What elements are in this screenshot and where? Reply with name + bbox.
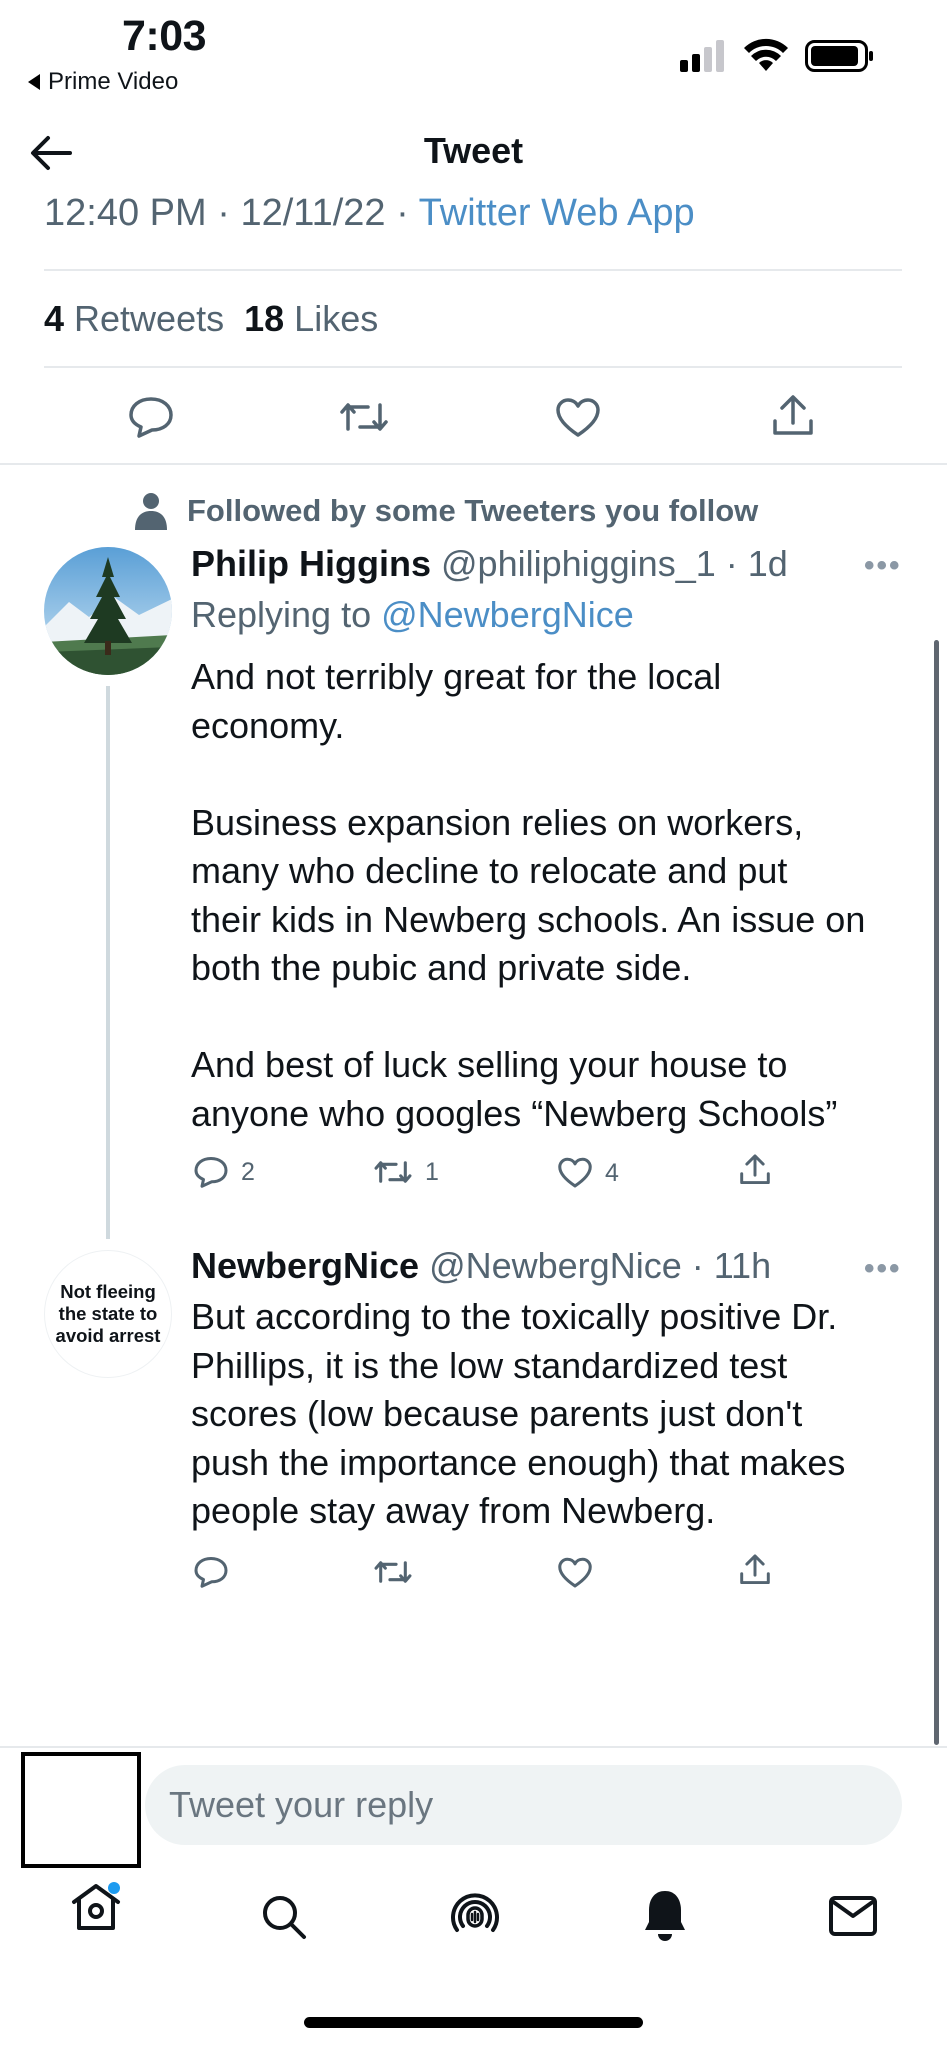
retweet-action[interactable]: 1 <box>373 1156 439 1188</box>
followed-by-text: Followed by some Tweeters you follow <box>187 493 759 528</box>
reply-input[interactable]: Tweet your reply <box>145 1765 902 1845</box>
reply-placeholder: Tweet your reply <box>169 1784 434 1825</box>
retweet-icon <box>373 1156 413 1188</box>
person-icon <box>135 492 167 530</box>
tweet-meta: 12:40 PM · 12/11/22 · Twitter Web App <box>44 192 695 235</box>
battery-icon <box>805 40 875 72</box>
divider <box>44 366 902 368</box>
thread-line <box>106 686 110 1239</box>
likes-link[interactable]: 18 Likes <box>244 298 378 339</box>
retweets-label: Retweets <box>64 298 225 339</box>
text-line: scores (low because parents just don't <box>191 1393 803 1434</box>
signal-icon <box>680 40 728 72</box>
tweet-date: 12/11/22 <box>240 192 386 234</box>
author-name: Philip Higgins <box>191 543 431 584</box>
reply-text: And not terribly great for the local eco… <box>191 653 947 1138</box>
heart-icon <box>557 1157 593 1189</box>
retweets-link[interactable]: 4 Retweets <box>44 298 224 339</box>
tree-avatar-icon[interactable] <box>44 547 172 675</box>
like-action[interactable]: 4 <box>557 1157 619 1189</box>
more-options-icon[interactable]: ••• <box>864 549 902 583</box>
heart-icon <box>557 1557 593 1589</box>
retweet-action[interactable] <box>373 1556 413 1588</box>
likes-count: 18 <box>244 298 285 339</box>
text-line: Business expansion relies on workers, <box>191 801 804 843</box>
tweet-age: · 1d <box>715 543 788 584</box>
like-action[interactable] <box>557 1557 593 1589</box>
reply-action[interactable] <box>193 1555 229 1589</box>
back-triangle-icon <box>28 74 40 90</box>
share-icon[interactable] <box>770 393 816 439</box>
retweet-icon <box>373 1556 413 1588</box>
more-options-icon[interactable]: ••• <box>864 1252 902 1286</box>
search-icon[interactable] <box>260 1893 308 1941</box>
retweet-icon[interactable] <box>338 397 390 437</box>
avatar-text-line: Not fleeing <box>60 1281 156 1302</box>
like-count: 4 <box>605 1158 619 1187</box>
meta-separator: · <box>206 192 241 234</box>
replying-to-link[interactable]: @NewbergNice <box>381 594 634 635</box>
text-line: economy. <box>191 704 345 746</box>
author-handle: @NewbergNice <box>419 1245 682 1286</box>
text-line: their kids in Newberg schools. An issue … <box>191 898 866 940</box>
share-action[interactable] <box>738 1553 772 1587</box>
share-icon <box>738 1153 772 1187</box>
mail-icon[interactable] <box>828 1895 878 1937</box>
text-line: And best of luck selling your house to <box>191 1044 788 1085</box>
heart-icon[interactable] <box>555 397 601 439</box>
author-name: NewbergNice <box>191 1245 420 1286</box>
text-line: anyone who googles “Newberg Schools” <box>191 1092 838 1134</box>
avatar[interactable]: Not fleeing the state to avoid arrest <box>44 1250 172 1378</box>
comment-icon[interactable] <box>127 395 175 439</box>
text-line: Phillips, it is the low standardized tes… <box>191 1344 788 1386</box>
reply-text: But according to the toxically positive … <box>191 1293 947 1536</box>
comment-icon <box>193 1555 229 1589</box>
likes-label: Likes <box>284 298 379 339</box>
tweet-source-link[interactable]: Twitter Web App <box>419 192 695 234</box>
tweet-age: · 11h <box>681 1245 772 1286</box>
share-action[interactable] <box>738 1153 772 1187</box>
divider <box>0 1746 947 1748</box>
avatar-text-line: avoid arrest <box>55 1325 161 1346</box>
social-context: Followed by some Tweeters you follow <box>135 492 758 530</box>
notification-dot <box>108 1882 120 1894</box>
reply-author-line[interactable]: NewbergNice @NewbergNice · 11h <box>191 1245 771 1287</box>
text-line: And not terribly great for the local <box>191 656 722 697</box>
text-line: both the pubic and private side. <box>191 947 692 988</box>
replying-to: Replying to @NewbergNice <box>191 594 634 636</box>
replying-prefix: Replying to <box>191 594 382 635</box>
avatar-text-line: the state to <box>58 1303 158 1324</box>
retweets-count: 4 <box>44 298 65 339</box>
bell-icon[interactable] <box>642 1888 688 1942</box>
reply-author-line[interactable]: Philip Higgins @philiphiggins_1 · 1d <box>191 543 788 585</box>
text-line: many who decline to relocate and put <box>191 850 788 891</box>
home-indicator[interactable] <box>304 2017 643 2028</box>
divider <box>0 463 947 465</box>
back-to-app-link[interactable]: Prime Video <box>28 68 178 96</box>
page-title: Tweet <box>423 130 524 171</box>
spaces-icon[interactable] <box>449 1890 501 1942</box>
back-app-label: Prime Video <box>48 68 179 95</box>
annotation-box <box>21 1752 141 1868</box>
comment-icon <box>193 1155 229 1189</box>
share-icon <box>738 1553 772 1587</box>
text-line: But according to the toxically positive … <box>191 1296 838 1337</box>
reply-count: 2 <box>241 1157 255 1186</box>
wifi-icon <box>743 37 789 73</box>
author-handle: @philiphiggins_1 <box>431 543 716 584</box>
text-line: push the importance enough) that makes <box>191 1441 846 1483</box>
divider <box>44 269 902 271</box>
reply-action[interactable]: 2 <box>193 1155 255 1189</box>
meta-separator: · <box>385 192 419 234</box>
tweet-time: 12:40 PM <box>44 192 207 234</box>
status-time: 7:03 <box>122 12 207 60</box>
text-line: people stay away from Newberg. <box>191 1490 716 1531</box>
scrollbar[interactable] <box>934 640 939 1745</box>
tweet-stats: 4 Retweets 18 Likes <box>44 298 378 340</box>
retweet-count: 1 <box>425 1157 439 1186</box>
